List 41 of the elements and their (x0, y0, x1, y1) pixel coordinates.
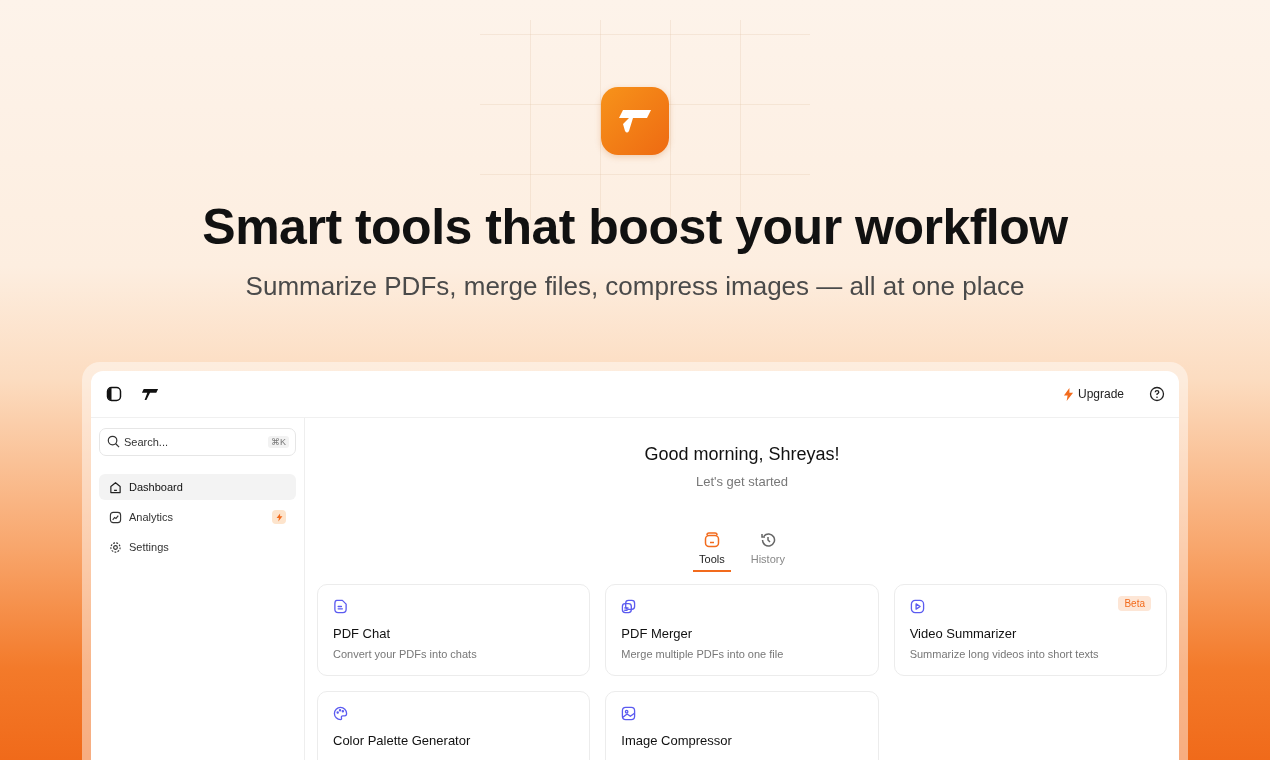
card-description: Convert your PDFs into chats (333, 648, 478, 660)
subheadline: Summarize PDFs, merge files, compress images — all at one place (245, 271, 1025, 302)
card-description: Merge multiple PDFs into one file (621, 648, 785, 660)
tab[interactable]: History (744, 531, 791, 572)
card-title: PDF Merger (621, 626, 694, 641)
tool-card[interactable]: PDF Merger Merge multiple PDFs into one file (605, 584, 879, 676)
lightning-icon (1062, 387, 1074, 401)
card-title: Color Palette Generator (333, 733, 472, 748)
upgrade-button[interactable]: Upgrade (1062, 387, 1124, 401)
greeting-subtitle: Let's get started (695, 474, 789, 489)
stacked-pages-icon (621, 599, 637, 614)
app-logo (601, 87, 669, 155)
tray-icon (702, 531, 721, 549)
history-icon (758, 531, 777, 549)
sidebar-item[interactable]: Analytics (99, 504, 296, 530)
card-description: Summarize long videos into short texts (909, 648, 1100, 660)
palette-icon (333, 706, 348, 721)
shortcut-hint: ⌘K (268, 436, 289, 448)
image-icon (621, 706, 637, 721)
search-icon (107, 435, 120, 448)
card-title: Video Summarizer (909, 626, 1018, 641)
greeting: Good morning, Shreyas! (644, 444, 840, 465)
card-title: Image Compressor (621, 733, 733, 748)
document-icon (333, 599, 348, 614)
card-title: PDF Chat (333, 626, 392, 641)
tool-card[interactable]: Image Compressor (605, 691, 879, 760)
sidebar-item[interactable]: Dashboard (99, 474, 296, 500)
brand-mark-icon[interactable] (141, 387, 159, 401)
tool-card[interactable]: PDF Chat Convert your PDFs into chats (317, 584, 591, 676)
beta-badge: Beta (1118, 596, 1151, 611)
tool-card[interactable]: Color Palette Generator (317, 691, 591, 760)
sidebar-item[interactable]: Settings (99, 534, 296, 560)
tool-card[interactable]: Beta Video Summarizer Summarize long videos into short texts (893, 584, 1167, 676)
tab[interactable]: Tools (693, 531, 731, 572)
home-icon (109, 480, 122, 494)
headline: Smart tools that boost your workflow (202, 198, 1068, 257)
chart-icon (109, 510, 122, 524)
gear-icon (109, 540, 122, 554)
play-icon (909, 599, 925, 614)
help-icon[interactable] (1149, 386, 1165, 402)
sidebar-toggle-icon[interactable] (106, 386, 122, 402)
